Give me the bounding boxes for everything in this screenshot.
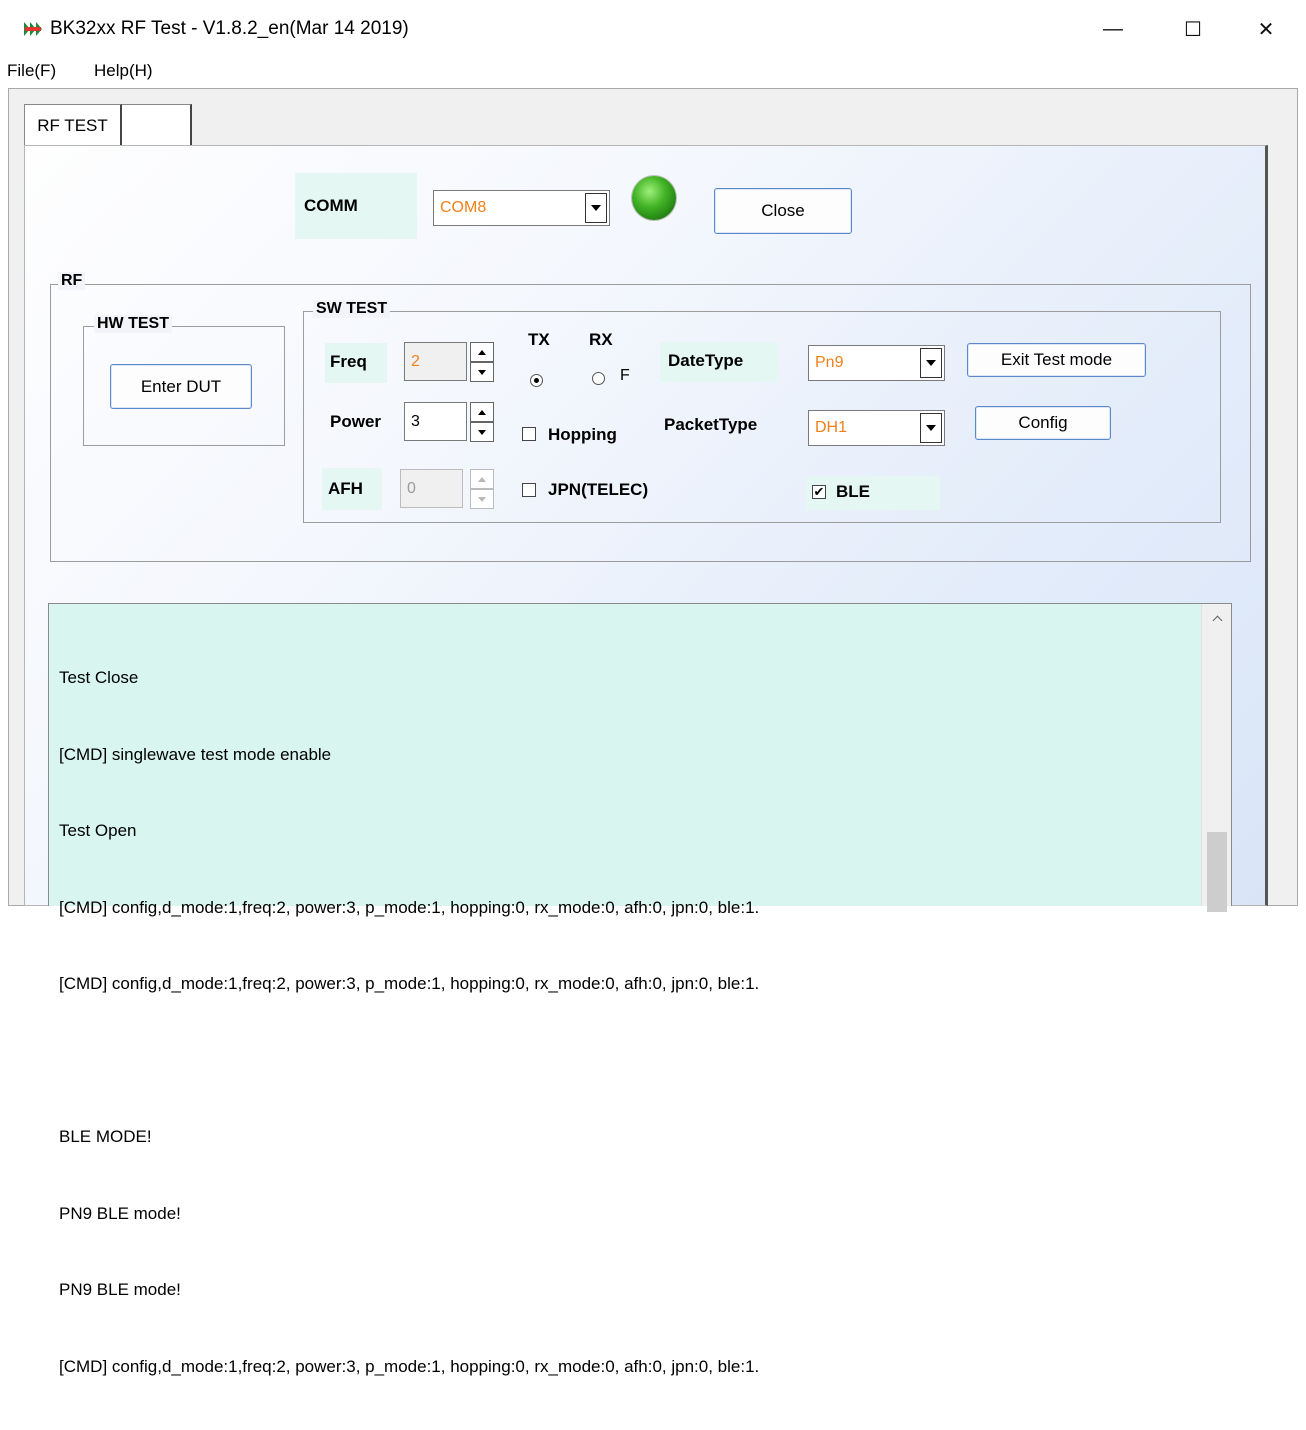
- enter-dut-button[interactable]: Enter DUT: [110, 364, 252, 409]
- exit-test-mode-label: Exit Test mode: [1000, 350, 1113, 369]
- close-port-label: Close: [761, 201, 805, 220]
- close-port-button[interactable]: Close: [714, 188, 852, 234]
- close-icon: ✕: [1257, 18, 1275, 41]
- chevron-down-icon[interactable]: [920, 348, 942, 378]
- menu-bar: [0, 58, 1306, 88]
- tx-label: TX: [528, 330, 550, 349]
- log-line: BLE MODE!: [59, 1127, 152, 1146]
- arrow-down-icon: [478, 369, 486, 375]
- log-line: [CMD] config,d_mode:1,freq:2, power:3, p…: [59, 897, 760, 917]
- datetype-value: Pn9: [815, 354, 844, 371]
- arrow-up-icon: [478, 476, 486, 482]
- packettype-select[interactable]: DH1: [808, 410, 945, 446]
- power-value: 3: [411, 412, 420, 430]
- log-line: [CMD] singlewave test mode enable: [59, 744, 332, 764]
- packettype-value: DH1: [815, 419, 848, 436]
- exit-test-mode-button[interactable]: Exit Test mode: [967, 343, 1146, 377]
- rx-radio-text: F: [620, 367, 630, 384]
- power-spin-up[interactable]: [470, 402, 494, 422]
- hw-test-title: HW TEST: [94, 315, 172, 333]
- connection-status-led: [632, 176, 676, 220]
- rx-radio[interactable]: [592, 372, 605, 385]
- tab-blank[interactable]: [122, 104, 192, 146]
- minimize-button[interactable]: —: [1073, 0, 1153, 58]
- log-line: Test Open: [59, 821, 137, 840]
- jpn-telec-label: JPN(TELEC): [548, 480, 649, 499]
- log-line: PN9 BLE mode!: [59, 1280, 181, 1299]
- freq-input[interactable]: 2: [404, 342, 467, 381]
- jpn-telec-checkbox[interactable]: [522, 483, 536, 497]
- config-label: Config: [1018, 413, 1068, 432]
- comm-port-value: COM8: [440, 199, 487, 216]
- rx-label: RX: [589, 330, 613, 349]
- afh-spin-up: [470, 469, 494, 489]
- freq-value: 2: [411, 352, 420, 370]
- arrow-up-icon: [478, 349, 486, 355]
- ble-checkbox[interactable]: ✔: [812, 485, 826, 499]
- freq-label: Freq: [330, 352, 367, 371]
- datetype-label: DateType: [668, 351, 744, 370]
- log-line: Test Close: [59, 668, 139, 687]
- afh-value: 0: [407, 479, 416, 497]
- freq-spin-up[interactable]: [470, 342, 494, 362]
- log-output[interactable]: Test Close [CMD] singlewave test mode en…: [48, 603, 1232, 1376]
- checkmark-icon: ✔: [813, 484, 825, 499]
- rf-group-title: RF: [58, 272, 86, 290]
- freq-spin-down[interactable]: [470, 362, 494, 382]
- close-window-button[interactable]: ✕: [1226, 0, 1306, 58]
- log-line: PN9 BLE mode!: [59, 1203, 181, 1223]
- arrow-down-icon: [478, 429, 486, 435]
- arrow-up-icon: [478, 409, 486, 415]
- log-line: [CMD] config,d_mode:1,freq:2, power:3, p…: [59, 1356, 760, 1376]
- scroll-up-button[interactable]: [1202, 604, 1232, 632]
- config-button[interactable]: Config: [975, 406, 1111, 440]
- tab-rf-test-label: RF TEST: [37, 115, 108, 135]
- power-label: Power: [330, 412, 382, 431]
- afh-spin-down: [470, 489, 494, 509]
- power-input[interactable]: 3: [404, 402, 467, 441]
- minimize-icon: —: [1103, 17, 1123, 40]
- ble-background: [806, 476, 940, 510]
- sw-test-title: SW TEST: [313, 300, 391, 318]
- hopping-label: Hopping: [548, 425, 617, 444]
- log-line: [CMD] config,d_mode:1,freq:2, power:3, p…: [59, 974, 760, 993]
- log-lines: Test Close [CMD] singlewave test mode en…: [59, 614, 1191, 1430]
- tab-strip: [22, 104, 1268, 146]
- datetype-select[interactable]: Pn9: [808, 345, 945, 381]
- maximize-button[interactable]: ☐: [1153, 0, 1233, 58]
- power-spin-down[interactable]: [470, 422, 494, 442]
- window-title: BK32xx RF Test - V1.8.2_en(Mar 14 2019): [50, 18, 409, 39]
- comm-port-select[interactable]: COM8: [433, 190, 610, 226]
- arrow-down-icon: [478, 496, 486, 502]
- menu-help[interactable]: Help(H): [94, 61, 153, 81]
- afh-input: 0: [400, 469, 463, 508]
- app-icon: [22, 19, 44, 39]
- comm-label: COMM: [304, 196, 358, 215]
- tab-rf-test[interactable]: RF TEST: [24, 104, 122, 146]
- ble-label: BLE: [836, 482, 870, 501]
- menu-file[interactable]: File(F): [7, 61, 56, 81]
- tx-radio[interactable]: [530, 374, 543, 387]
- chevron-down-icon[interactable]: [920, 413, 942, 443]
- afh-label: AFH: [328, 479, 363, 498]
- hopping-checkbox[interactable]: [522, 427, 536, 441]
- packettype-label: PacketType: [664, 415, 758, 434]
- scroll-thumb[interactable]: [1207, 832, 1227, 912]
- log-scrollbar[interactable]: [1201, 604, 1232, 912]
- enter-dut-label: Enter DUT: [140, 376, 222, 396]
- chevron-down-icon[interactable]: [585, 193, 607, 223]
- chevron-up-icon: [1212, 615, 1222, 625]
- maximize-icon: ☐: [1184, 18, 1202, 41]
